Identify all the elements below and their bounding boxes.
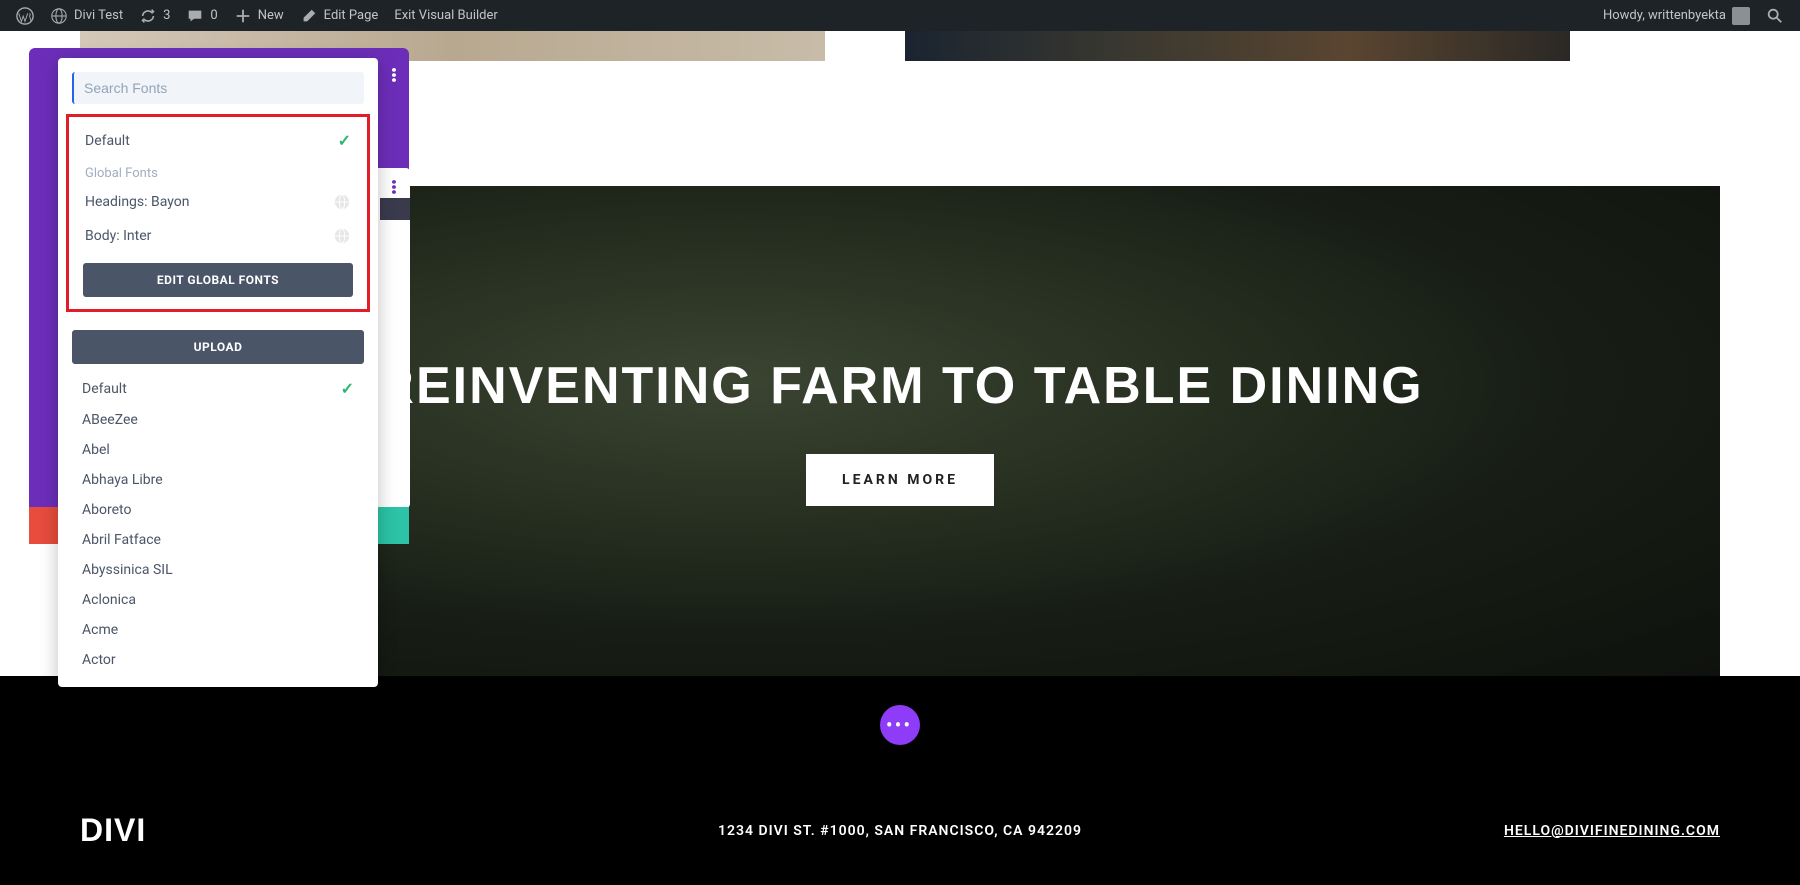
panel-dark-tab xyxy=(380,198,410,220)
font-label: Aboreto xyxy=(82,502,131,518)
font-label: Aclonica xyxy=(82,592,136,608)
font-option-body[interactable]: Body: Inter xyxy=(69,219,367,253)
updates-link[interactable]: 3 xyxy=(131,0,178,31)
wordpress-icon xyxy=(16,7,34,25)
avatar xyxy=(1732,7,1750,25)
comments-count: 0 xyxy=(210,8,217,23)
wp-admin-bar: Divi Test 3 0 New Edit Page Exit Visual … xyxy=(0,0,1800,31)
learn-more-button[interactable]: LEARN MORE xyxy=(806,454,994,506)
font-label: Default xyxy=(85,133,130,149)
font-picker-dropdown: Default ✓ Global Fonts Headings: Bayon B… xyxy=(58,58,378,687)
wp-logo[interactable] xyxy=(8,0,42,31)
font-option[interactable]: Acme xyxy=(58,615,378,645)
font-list: Default ✓ ABeeZee Abel Abhaya Libre Abor… xyxy=(58,372,378,687)
search-icon xyxy=(1766,7,1784,25)
footer-email[interactable]: HELLO@DIVIFINEDINING.COM xyxy=(1504,823,1720,839)
font-option[interactable]: Abyssinica SIL xyxy=(58,555,378,585)
font-option[interactable]: ABeeZee xyxy=(58,405,378,435)
globe-icon xyxy=(333,227,351,245)
footer-address: 1234 DIVI ST. #1000, SAN FRANCISCO, CA 9… xyxy=(718,823,1082,839)
globe-icon xyxy=(333,193,351,211)
site-name-link[interactable]: Divi Test xyxy=(42,0,131,31)
panel-footer-save[interactable] xyxy=(378,507,409,544)
upload-font-button[interactable]: UPLOAD xyxy=(72,330,364,364)
edit-page-label: Edit Page xyxy=(324,8,379,23)
howdy-text: Howdy, writtenbyekta xyxy=(1603,8,1726,23)
exit-vb-label: Exit Visual Builder xyxy=(394,8,497,23)
font-option[interactable]: Actor xyxy=(58,645,378,675)
new-label: New xyxy=(258,8,284,23)
comments-icon xyxy=(186,7,204,25)
comments-link[interactable]: 0 xyxy=(178,0,225,31)
font-label: Default xyxy=(82,381,127,397)
howdy-link[interactable]: Howdy, writtenbyekta xyxy=(1595,0,1758,31)
font-label: Body: Inter xyxy=(85,228,151,244)
global-fonts-section-label: Global Fonts xyxy=(69,158,367,185)
font-option-headings[interactable]: Headings: Bayon xyxy=(69,185,367,219)
hero-title: REINVENTING FARM TO TABLE DINING xyxy=(376,356,1423,416)
font-label: Acme xyxy=(82,622,118,638)
font-option-default[interactable]: Default ✓ xyxy=(69,123,367,158)
pencil-icon xyxy=(300,7,318,25)
font-label: Abel xyxy=(82,442,110,458)
panel-options-menu-2[interactable]: ••• xyxy=(382,179,403,194)
search-toggle[interactable] xyxy=(1758,0,1792,31)
check-icon: ✓ xyxy=(338,131,351,150)
footer-logo: DIVI xyxy=(80,812,146,849)
updates-count: 3 xyxy=(163,8,170,23)
dots-icon: ••• xyxy=(382,67,403,82)
font-label: ABeeZee xyxy=(82,412,138,428)
edit-global-fonts-button[interactable]: EDIT GLOBAL FONTS xyxy=(83,263,353,297)
dots-icon: ••• xyxy=(382,179,403,194)
divi-builder-fab[interactable]: ••• xyxy=(880,705,920,745)
font-option[interactable]: Abhaya Libre xyxy=(58,465,378,495)
font-option[interactable]: Aclonica xyxy=(58,585,378,615)
font-option[interactable]: Abril Fatface xyxy=(58,525,378,555)
font-option[interactable]: Abel xyxy=(58,435,378,465)
font-label: Abyssinica SIL xyxy=(82,562,173,578)
top-image-right xyxy=(905,31,1570,61)
check-icon: ✓ xyxy=(341,379,354,398)
panel-options-menu-1[interactable]: ••• xyxy=(382,67,403,82)
updates-icon xyxy=(139,7,157,25)
global-fonts-highlight: Default ✓ Global Fonts Headings: Bayon B… xyxy=(66,114,370,312)
home-icon xyxy=(50,7,68,25)
font-label: Actor xyxy=(82,652,116,668)
font-label: Abril Fatface xyxy=(82,532,161,548)
dots-icon: ••• xyxy=(886,713,912,737)
font-label: Headings: Bayon xyxy=(85,194,189,210)
edit-page-link[interactable]: Edit Page xyxy=(292,0,387,31)
new-content-link[interactable]: New xyxy=(226,0,292,31)
site-name: Divi Test xyxy=(74,8,123,23)
font-option-recent-default[interactable]: Default ✓ xyxy=(58,372,378,405)
plus-icon xyxy=(234,7,252,25)
font-search-input[interactable] xyxy=(72,72,364,104)
font-option[interactable]: Aboreto xyxy=(58,495,378,525)
exit-vb-link[interactable]: Exit Visual Builder xyxy=(386,0,505,31)
font-label: Abhaya Libre xyxy=(82,472,163,488)
